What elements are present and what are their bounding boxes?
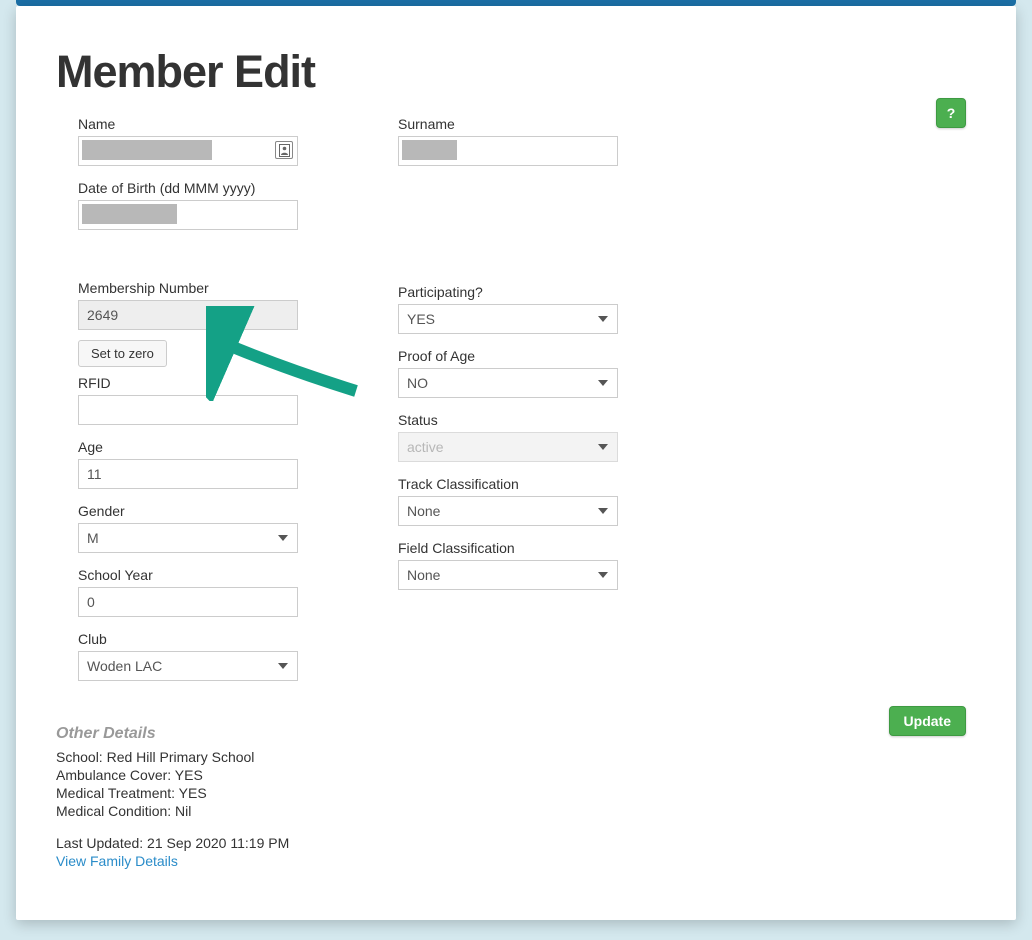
view-family-details-link[interactable]: View Family Details — [56, 853, 178, 869]
track-classification-select[interactable]: None — [398, 496, 618, 526]
membership-number-label: Membership Number — [78, 280, 298, 296]
redacted-surname — [402, 140, 457, 160]
school-detail: School: Red Hill Primary School — [56, 749, 976, 765]
last-updated-detail: Last Updated: 21 Sep 2020 11:19 PM — [56, 835, 976, 851]
status-select: active — [398, 432, 618, 462]
redacted-name — [82, 140, 212, 160]
help-button[interactable]: ? — [936, 98, 966, 128]
membership-number-input[interactable] — [78, 300, 298, 330]
participating-select[interactable]: YES — [398, 304, 618, 334]
school-year-input[interactable] — [78, 587, 298, 617]
rfid-input[interactable] — [78, 395, 298, 425]
track-classification-label: Track Classification — [398, 476, 618, 492]
field-classification-label: Field Classification — [398, 540, 618, 556]
age-input[interactable] — [78, 459, 298, 489]
surname-label: Surname — [398, 116, 618, 132]
member-edit-card: Member Edit ? Name Date of Birth — [16, 6, 1016, 920]
proof-of-age-select[interactable]: NO — [398, 368, 618, 398]
school-year-label: School Year — [78, 567, 298, 583]
redacted-dob — [82, 204, 177, 224]
right-column: Surname Participating? YES — [398, 116, 618, 695]
other-details-heading: Other Details — [56, 725, 976, 743]
page-title: Member Edit — [56, 46, 976, 98]
age-label: Age — [78, 439, 298, 455]
rfid-label: RFID — [78, 375, 298, 391]
proof-of-age-label: Proof of Age — [398, 348, 618, 364]
update-button[interactable]: Update — [889, 706, 966, 736]
set-to-zero-button[interactable]: Set to zero — [78, 340, 167, 367]
club-label: Club — [78, 631, 298, 647]
gender-select[interactable]: M — [78, 523, 298, 553]
help-icon: ? — [947, 105, 956, 121]
medical-condition-detail: Medical Condition: Nil — [56, 803, 976, 819]
participating-label: Participating? — [398, 284, 618, 300]
name-label: Name — [78, 116, 298, 132]
club-select[interactable]: Woden LAC — [78, 651, 298, 681]
contact-autofill-icon[interactable] — [275, 141, 293, 159]
dob-label: Date of Birth (dd MMM yyyy) — [78, 180, 298, 196]
other-details-section: Other Details School: Red Hill Primary S… — [56, 725, 976, 869]
ambulance-detail: Ambulance Cover: YES — [56, 767, 976, 783]
status-label: Status — [398, 412, 618, 428]
field-classification-select[interactable]: None — [398, 560, 618, 590]
medical-treatment-detail: Medical Treatment: YES — [56, 785, 976, 801]
gender-label: Gender — [78, 503, 298, 519]
left-column: Name Date of Birth (dd MMM yyyy) — [78, 116, 298, 695]
